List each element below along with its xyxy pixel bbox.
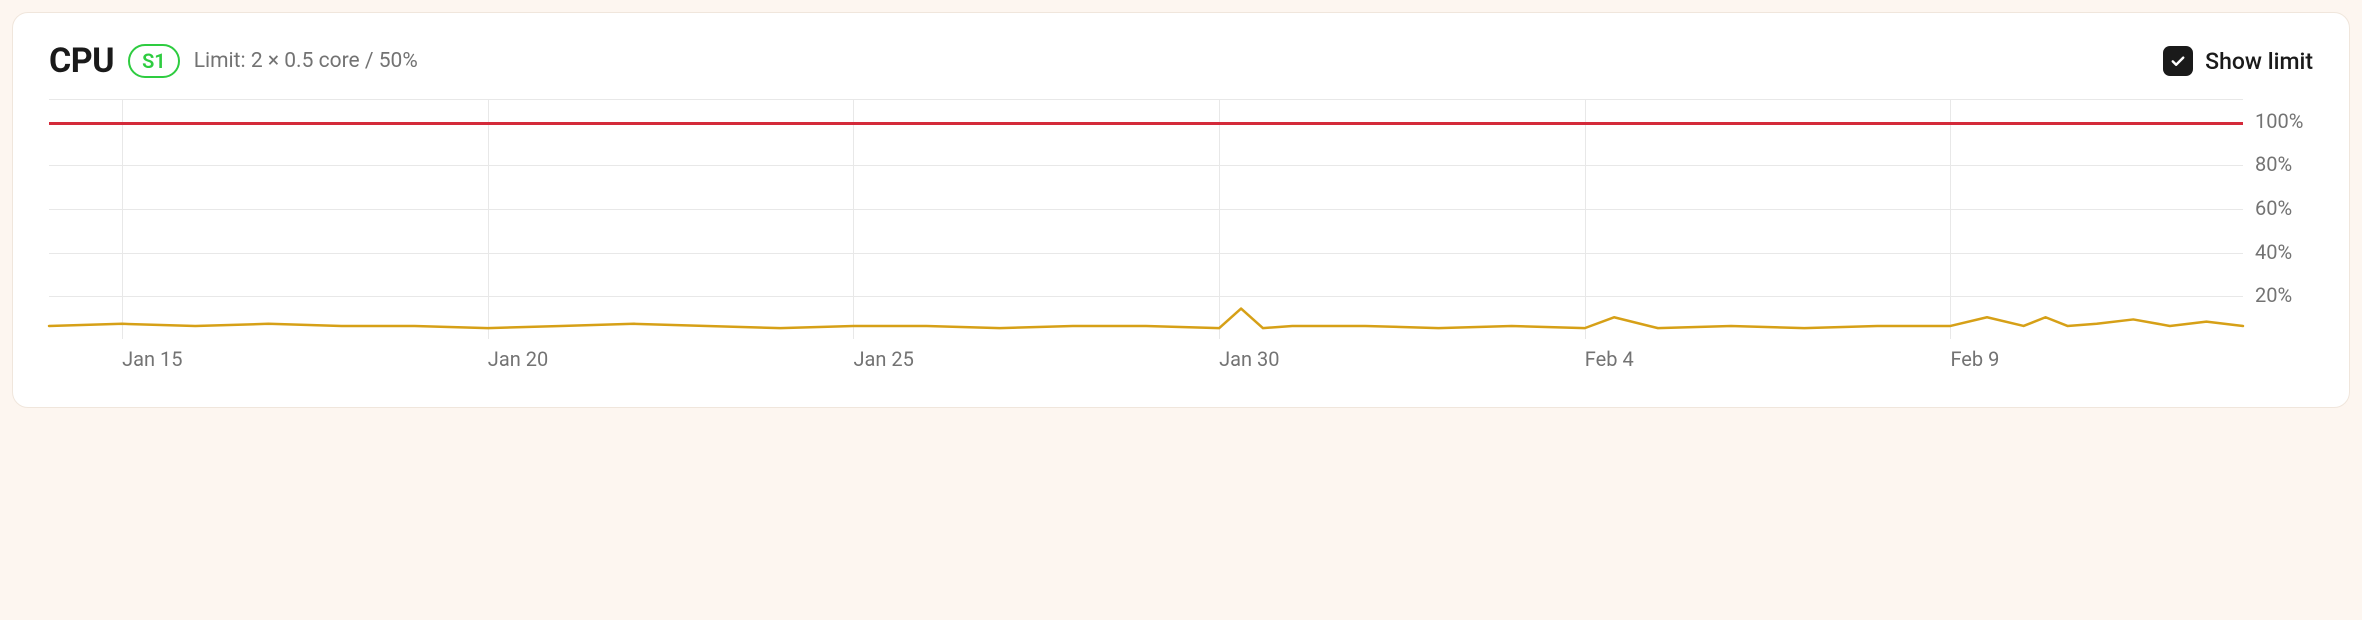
x-tick-label: Jan 15	[122, 347, 182, 371]
x-axis: Jan 15 Jan 20 Jan 25 Jan 30 Feb 4 Feb 9	[49, 347, 2243, 375]
x-tick-label: Jan 30	[1219, 347, 1279, 371]
show-limit-checkbox[interactable]	[2163, 46, 2193, 76]
plot-region[interactable]	[49, 99, 2243, 339]
y-axis: 20% 40% 60% 80% 100%	[2243, 99, 2313, 339]
y-tick-label: 60%	[2255, 196, 2292, 220]
limit-line	[49, 122, 2243, 125]
x-tick-label: Feb 9	[1950, 347, 1999, 371]
x-tick-label: Jan 25	[853, 347, 913, 371]
series-line-cpu-usage	[49, 309, 2243, 329]
instance-badge: S1	[128, 44, 180, 78]
y-tick-label: 40%	[2255, 240, 2292, 264]
check-icon	[2169, 52, 2187, 70]
chart-header: CPU S1 Limit: 2 × 0.5 core / 50% Show li…	[49, 41, 2313, 81]
limit-text: Limit: 2 × 0.5 core / 50%	[194, 49, 418, 73]
y-tick-label: 100%	[2255, 109, 2303, 133]
chart-title: CPU	[49, 41, 114, 81]
series-svg	[49, 100, 2243, 339]
header-left: CPU S1 Limit: 2 × 0.5 core / 50%	[49, 41, 418, 81]
y-tick-label: 80%	[2255, 152, 2292, 176]
y-tick-label: 20%	[2255, 283, 2292, 307]
show-limit-label[interactable]: Show limit	[2205, 48, 2313, 75]
chart-area: 20% 40% 60% 80% 100% Jan 15 Jan 20 Jan 25 Jan 3…	[49, 99, 2313, 379]
x-tick-label: Jan 20	[488, 347, 548, 371]
cpu-chart-card: CPU S1 Limit: 2 × 0.5 core / 50% Show li…	[12, 12, 2350, 408]
header-right: Show limit	[2163, 46, 2313, 76]
x-tick-label: Feb 4	[1585, 347, 1634, 371]
